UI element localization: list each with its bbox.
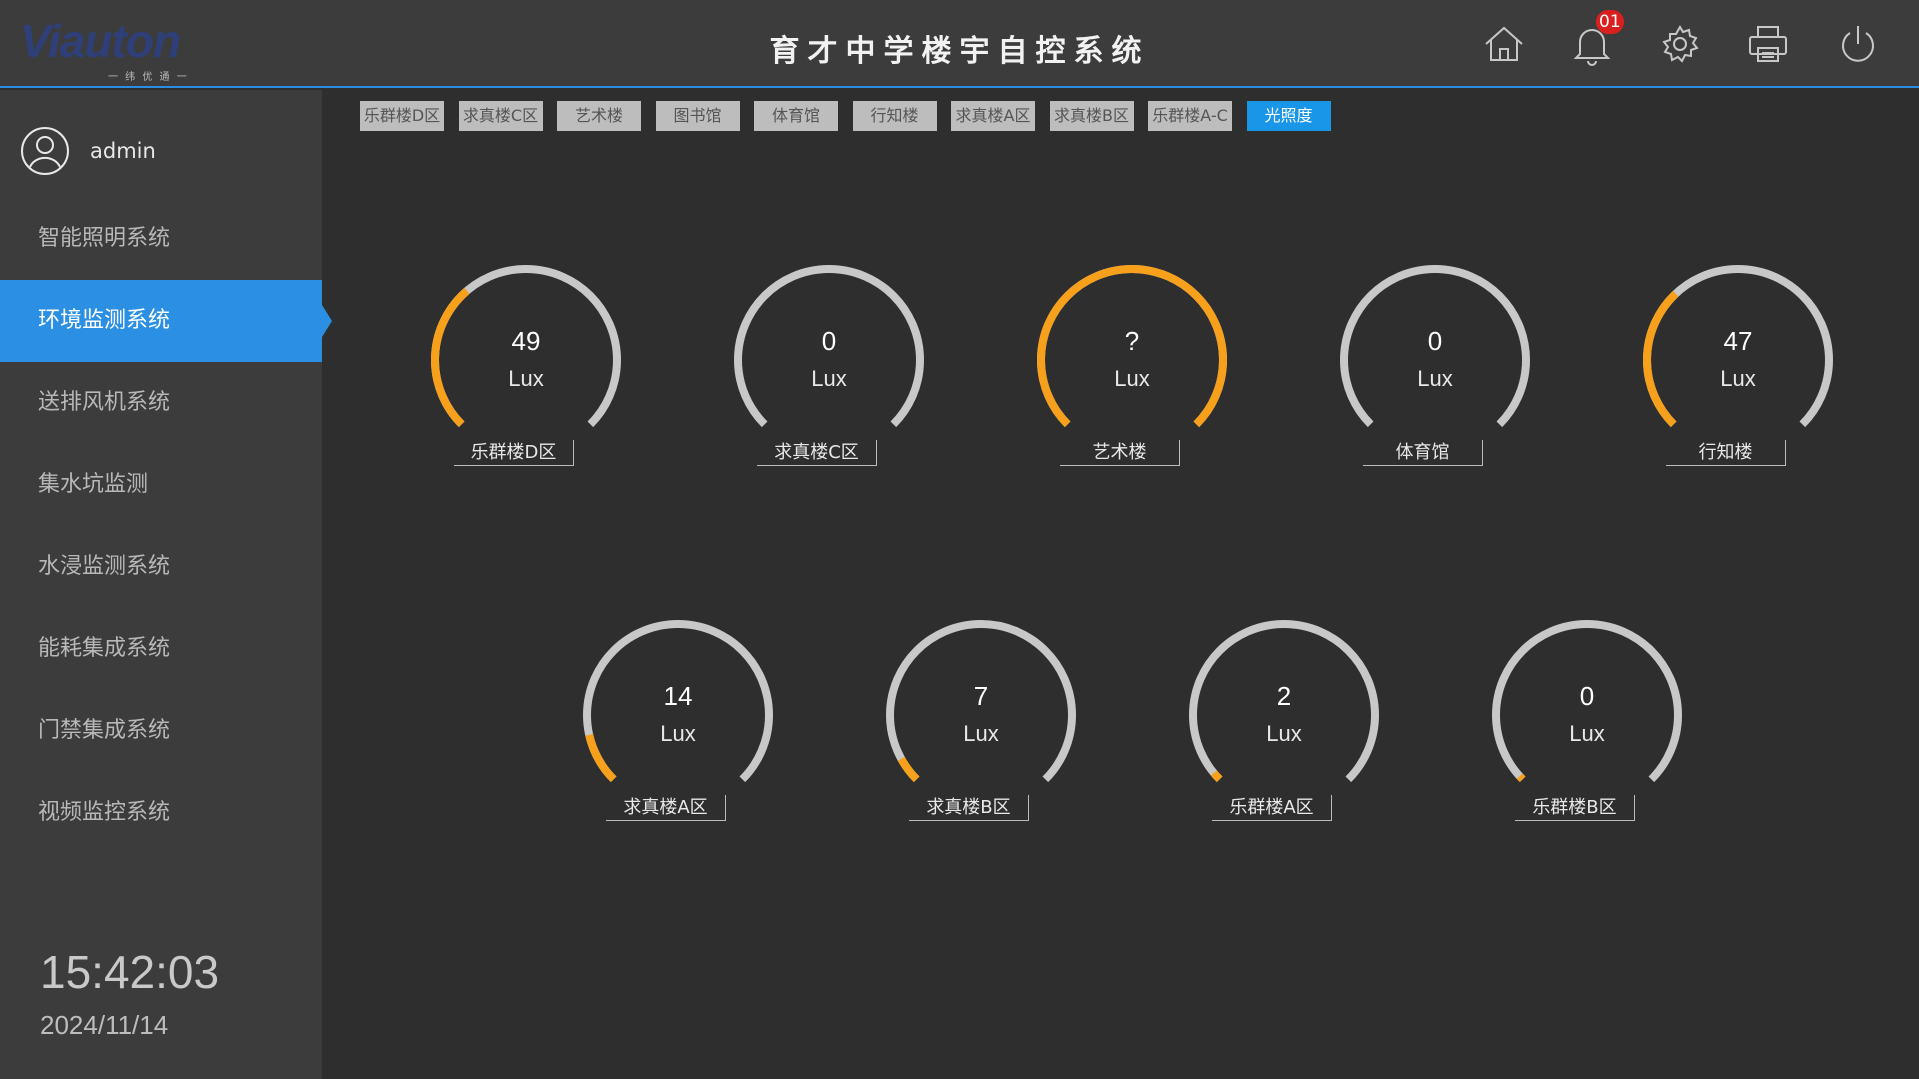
gauge-unit: Lux — [811, 366, 847, 391]
gauge-label: 乐群楼D区 — [454, 440, 574, 466]
gauge-label: 乐群楼A区 — [1212, 795, 1332, 821]
gauge-label: 求真楼B区 — [909, 795, 1029, 821]
gauge-panel: 49 Lux 乐群楼D区 0 Lux 求真楼C区? Lux 艺术楼 0 Lux 体育馆 47 Lux 行知… — [322, 100, 1919, 1079]
gauge-fill — [897, 756, 920, 783]
power-icon[interactable] — [1836, 22, 1884, 66]
illuminance-gauge: 14 Lux 求真楼A区 — [568, 605, 788, 845]
gauge-label: 求真楼A区 — [606, 795, 726, 821]
sidebar-item-energy[interactable]: 能耗集成系统 — [0, 608, 322, 690]
gauge-unit: Lux — [1569, 721, 1605, 746]
gauge-unit: Lux — [963, 721, 999, 746]
avatar-icon — [21, 127, 69, 175]
gauge-fill — [1210, 770, 1223, 783]
gauge-unit: Lux — [1266, 721, 1302, 746]
sidebar-item-environment[interactable]: 环境监测系统 — [0, 280, 332, 362]
username: admin — [90, 139, 156, 163]
bell-icon[interactable]: 01 — [1570, 10, 1624, 66]
gauge-value: 0 — [1579, 681, 1595, 711]
illuminance-gauge: 0 Lux 求真楼C区 — [719, 250, 939, 490]
gauge-ring — [1037, 265, 1227, 428]
gauge-value: 0 — [821, 326, 837, 356]
gauge-unit: Lux — [660, 721, 696, 746]
gauge-ring — [734, 265, 924, 428]
gauge-label: 乐群楼B区 — [1515, 795, 1635, 821]
clock-date: 2024/11/14 — [40, 1010, 169, 1040]
gauge-unit: Lux — [1417, 366, 1453, 391]
sidebar-menu: 智能照明系统 环境监测系统 送排风机系统 集水坑监测 水浸监测系统 能耗集成系统… — [0, 198, 332, 854]
notification-badge: 01 — [1596, 10, 1624, 34]
gauge-ring — [1340, 265, 1530, 428]
gauge-value: 14 — [663, 681, 693, 711]
gauge-ring — [1643, 265, 1833, 428]
gauge-ring — [1189, 620, 1379, 783]
gauge-unit: Lux — [1720, 366, 1756, 391]
gauge-value: 2 — [1276, 681, 1292, 711]
home-icon[interactable] — [1482, 22, 1530, 66]
gauge-ring — [886, 620, 1076, 783]
gauge-ring — [583, 620, 773, 783]
illuminance-gauge: 47 Lux 行知楼 — [1628, 250, 1848, 490]
gauge-value: 0 — [1427, 326, 1443, 356]
header-bar: Viauton 一 纬 优 通 一 育才中学楼宇自控系统 01 — [0, 0, 1919, 88]
gauge-label: 艺术楼 — [1060, 440, 1180, 466]
illuminance-gauge: 49 Lux 乐群楼D区 — [416, 250, 636, 490]
illuminance-gauge: 0 Lux 乐群楼B区 — [1477, 605, 1697, 845]
gauge-fill — [430, 287, 470, 428]
gauge-unit: Lux — [508, 366, 544, 391]
gauge-ring — [430, 265, 621, 428]
illuminance-gauge: 0 Lux 体育馆 — [1325, 250, 1545, 490]
illuminance-gauge: 2 Lux 乐群楼A区 — [1174, 605, 1394, 845]
gear-icon[interactable] — [1658, 22, 1706, 66]
gauge-label: 求真楼C区 — [757, 440, 877, 466]
sidebar-item-ventilation[interactable]: 送排风机系统 — [0, 362, 322, 444]
sidebar-item-flood[interactable]: 水浸监测系统 — [0, 526, 322, 608]
sidebar-item-lighting[interactable]: 智能照明系统 — [0, 198, 322, 280]
sidebar-item-video[interactable]: 视频监控系统 — [0, 772, 322, 854]
gauge-value: ? — [1124, 326, 1140, 356]
clock-time: 15:42:03 — [40, 946, 220, 998]
gauge-fill — [1516, 773, 1526, 783]
gauge-label: 行知楼 — [1666, 440, 1786, 466]
sidebar: admin 智能照明系统 环境监测系统 送排风机系统 集水坑监测 水浸监测系统 … — [0, 90, 332, 1079]
printer-icon[interactable] — [1746, 22, 1794, 66]
logo-subtitle: 一 纬 优 通 一 — [108, 72, 189, 83]
gauge-ring — [1492, 620, 1682, 783]
user-info[interactable]: admin — [20, 124, 156, 178]
sidebar-item-sump[interactable]: 集水坑监测 — [0, 444, 322, 526]
app-title: 育才中学楼宇自控系统 — [769, 34, 1150, 69]
illuminance-gauge: ? Lux 艺术楼 — [1022, 250, 1242, 490]
sidebar-item-access-control[interactable]: 门禁集成系统 — [0, 690, 322, 772]
gauge-fill — [1643, 290, 1679, 428]
illuminance-gauge: 7 Lux 求真楼B区 — [871, 605, 1091, 845]
gauge-value: 7 — [973, 681, 989, 711]
gauge-value: 47 — [1723, 326, 1753, 356]
gauge-unit: Lux — [1114, 366, 1150, 391]
gauge-value: 49 — [511, 326, 541, 356]
gauge-label: 体育馆 — [1363, 440, 1483, 466]
